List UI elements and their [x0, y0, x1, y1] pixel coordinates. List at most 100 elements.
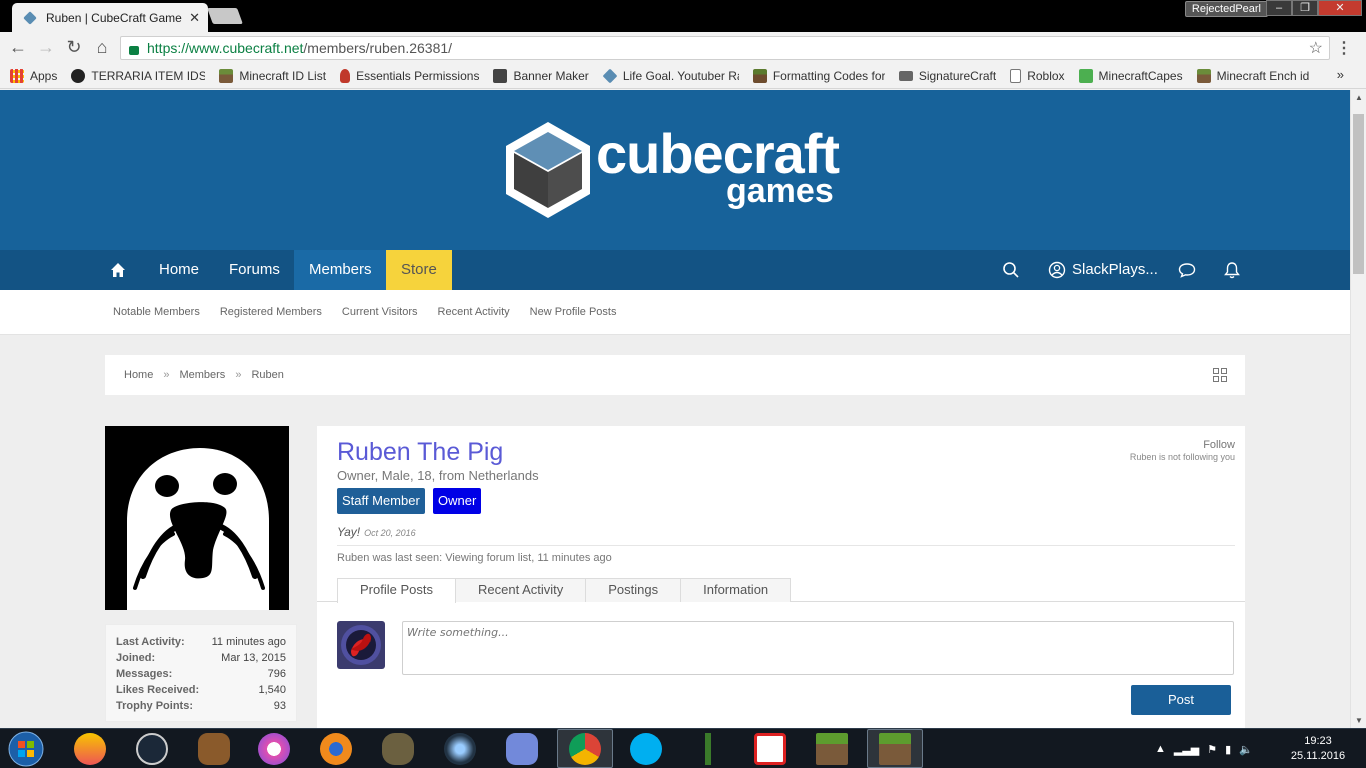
bookmark-minecraftcapes[interactable]: MinecraftCapes [1078, 68, 1183, 83]
nav-members[interactable]: Members [294, 250, 387, 290]
flag-icon[interactable]: ⚑ [1207, 743, 1217, 756]
new-tab-button[interactable] [207, 8, 243, 24]
home-icon[interactable] [110, 262, 126, 278]
discord-icon[interactable] [506, 733, 538, 765]
scroll-up-icon[interactable]: ▲ [1351, 93, 1366, 102]
follow-link[interactable]: Follow [1130, 439, 1235, 451]
back-arrow-icon[interactable]: ← [4, 37, 32, 58]
skype-icon[interactable] [630, 733, 662, 765]
status-text: Yay! [337, 525, 361, 539]
forward-arrow-icon[interactable]: → [32, 37, 60, 58]
teamspeak-icon[interactable] [444, 733, 476, 765]
clock-date: 25.11.2016 [1290, 750, 1346, 762]
conversations-icon[interactable] [1178, 262, 1196, 278]
anvil-icon [898, 70, 913, 81]
bookmark-minecraft-ench[interactable]: Minecraft Ench id [1196, 68, 1309, 83]
bookmarks-overflow-icon[interactable]: » [1337, 67, 1344, 82]
browser-menu-icon[interactable]: ⋮ [1336, 38, 1352, 58]
bookmark-formatting-codes[interactable]: Formatting Codes for [752, 68, 885, 83]
power-icon[interactable]: ▮ [1225, 743, 1231, 756]
profile-avatar[interactable] [105, 426, 289, 610]
windows-user-badge[interactable]: RejectedPearl [1184, 1, 1268, 17]
page-viewport: cubecraft games Home Forums Members Stor… [0, 90, 1350, 728]
itunes-icon[interactable] [258, 733, 290, 765]
tab-recent-activity[interactable]: Recent Activity [454, 578, 587, 602]
stat-joined: Joined: Mar 13, 2015 [116, 652, 286, 664]
volume-icon[interactable]: 🔈 [1239, 743, 1253, 756]
tab-profile-posts[interactable]: Profile Posts [337, 578, 456, 603]
windows-start-icon[interactable] [6, 730, 46, 768]
search-icon[interactable] [1002, 261, 1020, 279]
subnav-current-visitors[interactable]: Current Visitors [342, 306, 418, 318]
subnav-recent-activity[interactable]: Recent Activity [438, 306, 510, 318]
stat-likes-received: Likes Received: 1,540 [116, 684, 286, 696]
bookmark-signaturecraft[interactable]: SignatureCraft [898, 69, 996, 83]
nav-home[interactable]: Home [144, 250, 214, 290]
minecraft-running-icon[interactable] [879, 733, 911, 765]
breadcrumb-home[interactable]: Home [124, 369, 153, 381]
potion-icon [340, 68, 351, 83]
follow-status: Ruben is not following you [1129, 452, 1235, 462]
bookmark-minecraft-id-list[interactable]: Minecraft ID List [219, 68, 326, 83]
subnav-new-profile-posts[interactable]: New Profile Posts [530, 306, 617, 318]
nav-user-menu[interactable]: SlackPlays... [1048, 250, 1158, 290]
home-icon[interactable]: ⌂ [88, 37, 116, 58]
bookmark-banner-maker[interactable]: Banner Maker [493, 68, 589, 83]
breadcrumb-ruben[interactable]: Ruben [251, 369, 283, 381]
tab-close-icon[interactable]: ✕ [189, 10, 200, 26]
breadcrumb-separator: » [235, 369, 242, 381]
clock-time: 19:23 [1304, 735, 1332, 747]
scrollbar-thumb[interactable] [1353, 114, 1364, 274]
notifications-bell-icon[interactable] [1224, 261, 1240, 279]
page-scrollbar[interactable]: ▲ ▼ [1350, 90, 1366, 728]
breadcrumb-members[interactable]: Members [179, 369, 225, 381]
breadcrumb-separator: » [163, 369, 170, 381]
grass-block-icon [752, 68, 767, 83]
tab-information[interactable]: Information [680, 578, 792, 602]
bookmark-roblox[interactable]: Roblox [1010, 68, 1065, 83]
current-user-avatar[interactable] [337, 621, 385, 669]
terraria-tree-icon[interactable] [198, 733, 230, 765]
maximize-button[interactable]: ❐ [1292, 0, 1318, 16]
reload-icon[interactable]: ↻ [60, 37, 88, 58]
members-subnav: Notable Members Registered Members Curre… [0, 290, 1350, 335]
bookmark-life-goal[interactable]: Life Goal. Youtuber Ra [602, 68, 739, 83]
bookmark-apps[interactable]: Apps [10, 68, 57, 83]
bookmark-terraria[interactable]: TERRARIA ITEM IDS C [71, 68, 205, 83]
blender-icon[interactable] [320, 733, 352, 765]
status-date: Oct 20, 2016 [364, 528, 416, 538]
bookmark-essentials[interactable]: Essentials Permissions [340, 68, 479, 83]
system-clock[interactable]: 19:23 25.11.2016 [1290, 734, 1346, 764]
subnav-registered-members[interactable]: Registered Members [220, 306, 322, 318]
url-host: https://www.cubecraft.net [147, 40, 304, 56]
signal-icon[interactable]: ▂▃▅ [1174, 743, 1199, 756]
minimize-button[interactable]: – [1266, 0, 1292, 16]
headphones-app-icon[interactable] [74, 733, 106, 765]
tab-postings[interactable]: Postings [585, 578, 682, 602]
creeper-icon [1078, 68, 1093, 83]
scroll-down-icon[interactable]: ▼ [1351, 716, 1366, 725]
bookmark-star-icon[interactable]: ☆ [1309, 38, 1323, 58]
terraria-icon[interactable] [692, 733, 724, 765]
profile-description: Owner, Male, 18, from Netherlands [337, 468, 539, 483]
nav-store[interactable]: Store [386, 250, 452, 290]
subnav-notable-members[interactable]: Notable Members [113, 306, 200, 318]
roblox-icon[interactable] [754, 733, 786, 765]
grid-view-icon[interactable] [1213, 368, 1227, 382]
close-window-button[interactable]: ✕ [1318, 0, 1362, 16]
tray-expand-icon[interactable]: ▲ [1155, 743, 1166, 755]
nav-forums[interactable]: Forums [214, 250, 295, 290]
page-icon [1010, 68, 1022, 83]
url-text: https://www.cubecraft.net/members/ruben.… [147, 40, 452, 56]
follow-block: Follow Ruben is not following you [1130, 439, 1235, 462]
browser-tab-active[interactable]: Ruben | CubeCraft Game ✕ [12, 3, 208, 32]
address-bar[interactable]: https://www.cubecraft.net/members/ruben.… [120, 36, 1330, 60]
profile-post-input[interactable] [402, 621, 1234, 675]
chrome-icon[interactable] [569, 733, 601, 765]
browser-titlebar: Ruben | CubeCraft Game ✕ RejectedPearl –… [0, 0, 1366, 32]
post-button[interactable]: Post [1131, 685, 1231, 715]
minecraft-icon[interactable] [816, 733, 848, 765]
steam-icon[interactable] [136, 733, 168, 765]
url-path: /members/ruben.26381/ [303, 40, 453, 56]
gimp-icon[interactable] [382, 733, 414, 765]
